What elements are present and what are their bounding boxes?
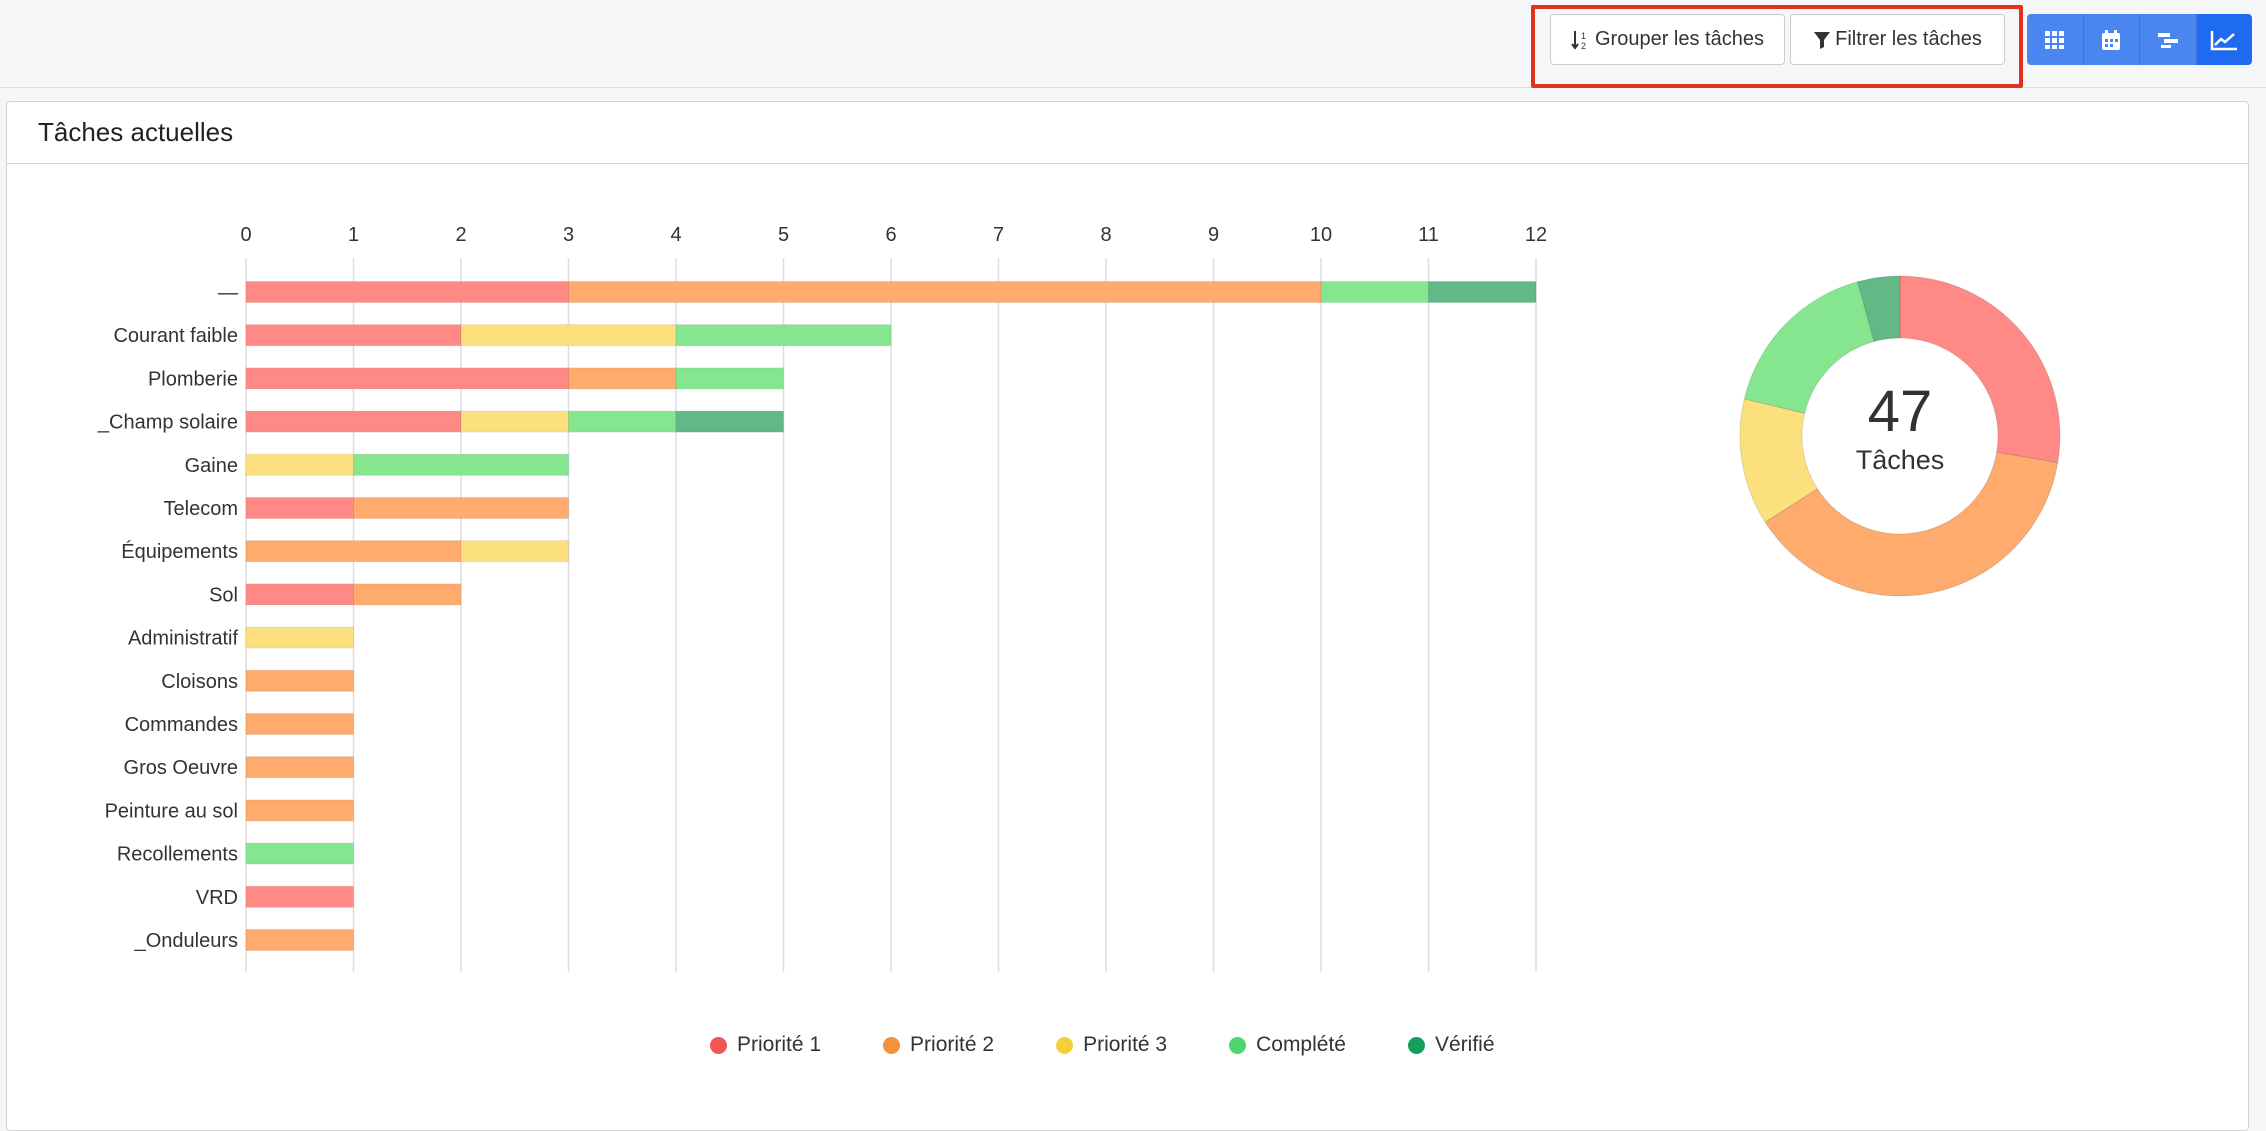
legend-item[interactable]: Priorité 2 xyxy=(883,1033,994,1057)
bar-segment xyxy=(353,453,569,476)
bar-segment xyxy=(245,842,354,865)
category-label: Plomberie xyxy=(148,368,238,390)
legend-item[interactable]: Complété xyxy=(1229,1033,1346,1057)
category-label: Équipements xyxy=(121,540,238,563)
bar-segment xyxy=(1428,281,1537,303)
category-label: Commandes xyxy=(125,714,238,736)
legend-dot-icon xyxy=(1229,1036,1247,1054)
bar-segment xyxy=(568,281,1322,303)
category-label: Gros Oeuvre xyxy=(124,757,238,779)
category-label: Telecom xyxy=(164,498,238,520)
donut-center: 47 Tâches xyxy=(1800,380,2000,476)
x-tick-label: 11 xyxy=(1418,224,1439,246)
legend-dot-icon xyxy=(1056,1036,1074,1054)
bar-segment xyxy=(245,540,462,563)
bar-segment xyxy=(460,410,569,433)
bar-segment xyxy=(1320,281,1429,303)
bar-segment xyxy=(245,756,354,779)
bar-segment xyxy=(245,929,354,951)
legend-label: Priorité 3 xyxy=(1083,1033,1168,1056)
x-tick-label: 2 xyxy=(455,224,466,246)
legend-item[interactable]: Vérifié xyxy=(1407,1033,1495,1057)
category-label: Recollements xyxy=(117,844,238,866)
bar-segment xyxy=(245,410,462,433)
x-tick-label: 7 xyxy=(993,224,1004,246)
legend-dot-icon xyxy=(1407,1036,1425,1054)
category-label: _Onduleurs xyxy=(134,930,238,952)
bar-segment xyxy=(245,453,354,476)
donut-total: 47 xyxy=(1867,379,1933,444)
bar-segment xyxy=(460,324,677,347)
x-tick-label: 8 xyxy=(1100,224,1111,246)
bar-segment xyxy=(245,885,354,908)
category-label: Sol xyxy=(209,584,238,606)
x-tick-label: 1 xyxy=(348,224,359,246)
bar-segment xyxy=(245,626,354,649)
tasks-bar-chart: 0 1 2 3 4 5 6 7 8 9 10 11 12—Courant faiblePlomberie… xyxy=(97,224,2061,972)
legend-dot-icon xyxy=(883,1036,901,1054)
category-label: _Champ solaire xyxy=(97,412,238,434)
x-tick-label: 10 xyxy=(1310,224,1332,246)
bar-segment xyxy=(245,669,354,692)
bar-segment xyxy=(245,281,569,303)
legend-item[interactable]: Priorité 3 xyxy=(1056,1033,1167,1057)
x-tick-label: 12 xyxy=(1525,224,1547,246)
bar-segment xyxy=(245,799,354,822)
bar-segment xyxy=(568,410,677,433)
bar-segment xyxy=(460,540,569,563)
category-label: Peinture au sol xyxy=(105,800,238,822)
legend-label: Priorité 1 xyxy=(737,1033,822,1056)
bar-segment xyxy=(245,367,569,390)
x-tick-label: 5 xyxy=(778,224,789,246)
category-label: — xyxy=(218,282,238,304)
x-tick-label: 9 xyxy=(1208,224,1219,246)
bar-segment xyxy=(245,324,462,347)
x-tick-label: 6 xyxy=(885,224,896,246)
category-label: Courant faible xyxy=(113,325,238,347)
legend-label: Vérifié xyxy=(1434,1033,1495,1056)
legend-dot-icon xyxy=(710,1036,727,1054)
category-label: Gaine xyxy=(185,455,238,477)
bar-segment xyxy=(245,497,354,519)
bar-segment xyxy=(353,497,569,519)
donut-label: Tâches xyxy=(1855,445,1945,475)
x-tick-label: 0 xyxy=(240,224,251,246)
bar-segment xyxy=(245,583,354,606)
bar-segment xyxy=(675,324,892,347)
category-label: Administratif xyxy=(128,628,238,650)
bar-segment xyxy=(675,410,784,433)
legend-label: Priorité 2 xyxy=(910,1033,995,1056)
bar-segment xyxy=(675,367,784,390)
legend-item[interactable]: Priorité 1 xyxy=(710,1033,821,1057)
x-tick-label: 4 xyxy=(670,224,681,246)
legend-label: Complété xyxy=(1256,1033,1346,1056)
category-label: Cloisons xyxy=(161,671,238,693)
chart-legend: Priorité 1 Priorité 2 Priorité 3 Complété Vé… xyxy=(710,1030,1495,1060)
bar-segment xyxy=(245,713,354,735)
bar-segment xyxy=(353,583,462,606)
x-tick-label: 3 xyxy=(563,224,574,246)
bar-segment xyxy=(568,367,677,390)
category-label: VRD xyxy=(196,887,238,909)
